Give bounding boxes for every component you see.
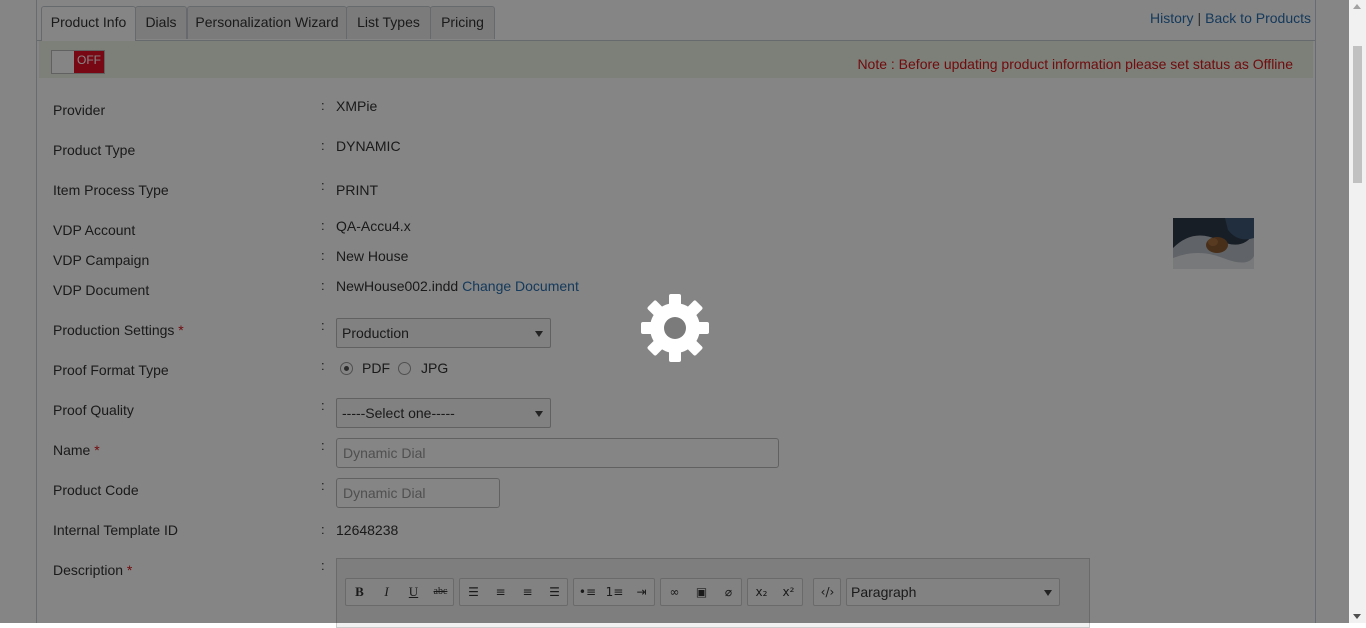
gear-icon	[640, 293, 710, 363]
scroll-up-icon[interactable]	[1353, 4, 1361, 9]
vertical-scrollbar[interactable]	[1349, 0, 1366, 623]
scroll-down-icon[interactable]	[1353, 614, 1361, 619]
scrollbar-thumb[interactable]	[1353, 46, 1362, 183]
